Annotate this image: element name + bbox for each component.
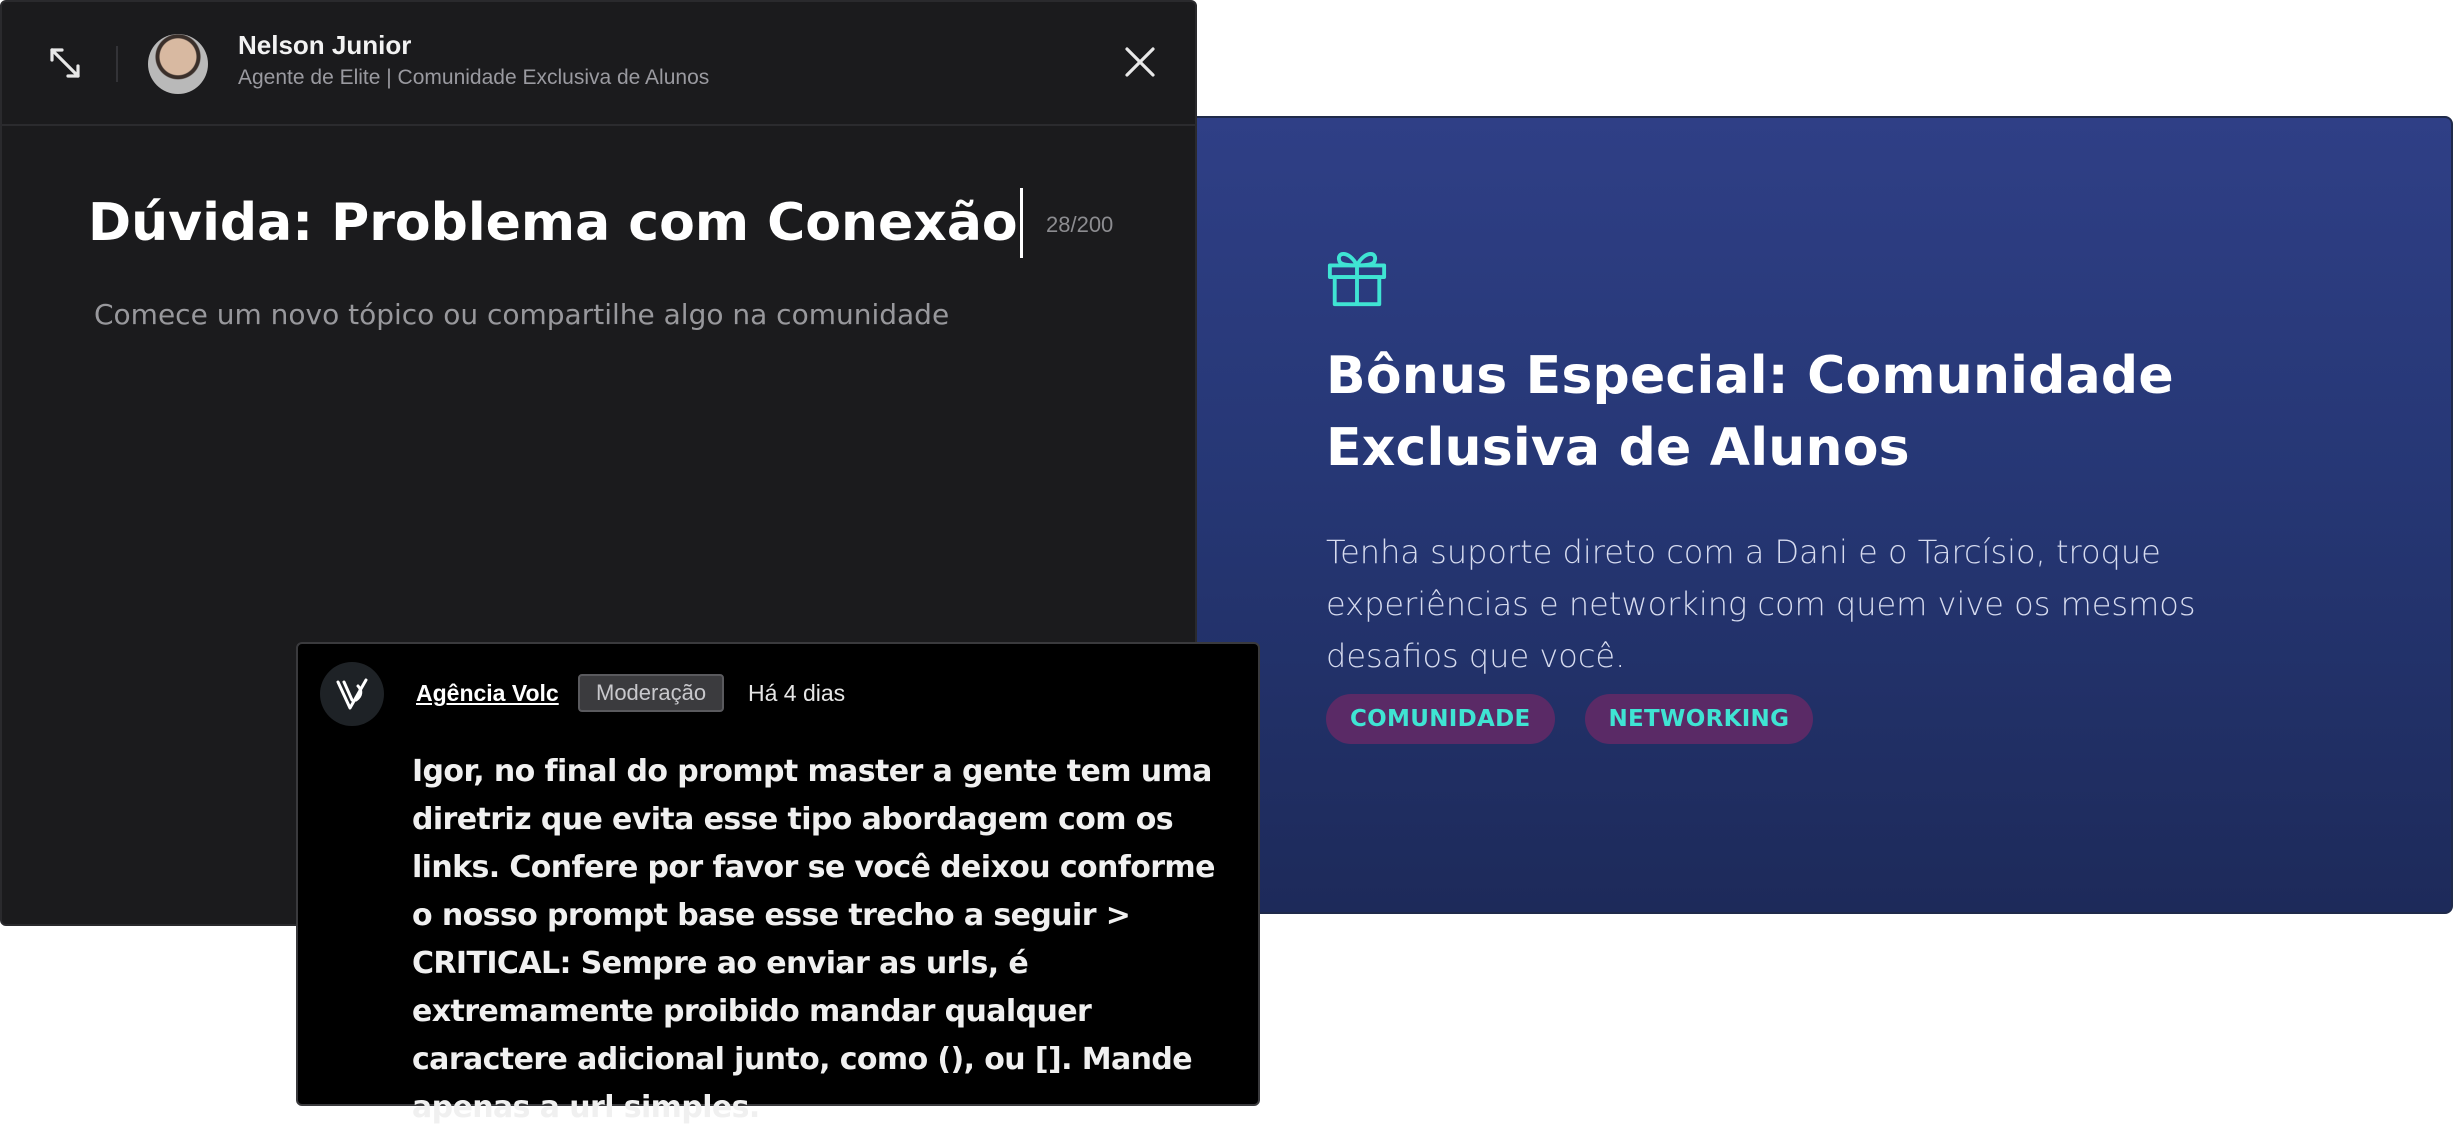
moderation-badge: Moderação [578,674,725,712]
avatar[interactable] [148,34,208,94]
comment-author-link[interactable]: Agência Volc [416,680,559,707]
tag-comunidade[interactable]: COMUNIDADE [1326,694,1555,744]
author-name: Nelson Junior [238,30,412,60]
close-x-icon[interactable] [1122,44,1158,80]
expand-arrows-icon[interactable] [48,46,82,80]
char-counter: 28/200 [1046,212,1114,237]
comment-time: Há 4 dias [748,680,846,706]
comment-text: Igor, no final do prompt master a gente … [412,754,1215,1125]
modal-header: Nelson Junior Agente de Elite | Comunida… [2,2,1195,126]
promo-title: Bônus Especial: Comunidade Exclusiva de … [1326,346,2174,478]
comment-card: Agência Volc Moderação Há 4 dias Igor, n… [296,642,1260,1125]
promo-card: Bônus Especial: Comunidade Exclusiva de … [1178,116,2453,914]
volc-logo-icon [336,678,368,710]
post-body-input[interactable]: Comece um novo tópico ou compartilhe alg… [94,298,949,331]
promo-tags: COMUNIDADE NETWORKING [1326,694,1814,744]
post-title-value: Dúvida: Problema com Conexão [88,193,1018,253]
gift-icon [1327,252,1387,307]
author-subtitle: Agente de Elite | Comunidade Exclusiva d… [238,66,710,89]
header-divider [116,46,118,82]
post-title-input[interactable]: Dúvida: Problema com Conexão [88,188,1023,258]
tag-networking[interactable]: NETWORKING [1584,694,1814,744]
agency-logo[interactable] [320,662,384,726]
text-caret [1019,188,1023,258]
promo-description: Tenha suporte direto com a Dani e o Tarc… [1326,533,2196,675]
